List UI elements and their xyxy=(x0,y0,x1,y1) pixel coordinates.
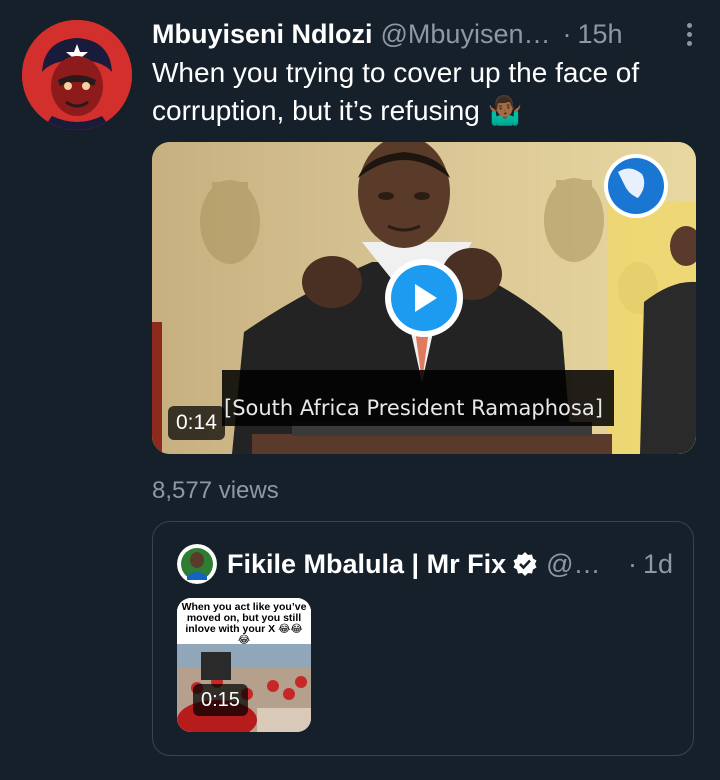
quoted-video-thumbnail[interactable]: When you act like you’ve moved on, but y… xyxy=(177,598,311,732)
quoted-author-handle[interactable]: @… xyxy=(546,549,600,580)
quoted-author-avatar xyxy=(177,544,217,584)
quoted-video-caption: When you act like you’ve moved on, but y… xyxy=(181,601,307,646)
separator-dot: · xyxy=(627,548,637,579)
play-icon xyxy=(391,265,457,331)
video-subtitle: [South Africa President Ramaphosa] xyxy=(224,396,603,420)
quoted-tweet-time[interactable]: 1d xyxy=(643,549,673,580)
tweet-header: Mbuyiseni Ndlozi @Mbuyisen… · 15h xyxy=(152,14,704,54)
quoted-author-name[interactable]: Fikile Mbalula | Mr Fix xyxy=(227,549,506,580)
more-vertical-icon[interactable] xyxy=(674,14,704,54)
verified-badge-icon xyxy=(512,551,538,577)
avatar-portrait xyxy=(22,20,132,130)
author-name[interactable]: Mbuyiseni Ndlozi xyxy=(152,14,373,54)
quoted-video-duration: 0:15 xyxy=(193,684,248,716)
tweet-video[interactable]: [South Africa President Ramaphosa] 0:14 xyxy=(152,142,696,454)
quoted-tweet[interactable]: Fikile Mbalula | Mr Fix @… · 1d When you… xyxy=(152,521,694,756)
video-duration: 0:14 xyxy=(168,406,225,440)
view-count: 8,577 views xyxy=(152,477,279,504)
author-handle[interactable]: @Mbuyisen… xyxy=(381,14,551,54)
play-button[interactable] xyxy=(385,259,463,337)
tweet[interactable]: Mbuyiseni Ndlozi @Mbuyisen… · 15h When y… xyxy=(0,0,720,780)
tweet-time[interactable]: 15h xyxy=(577,14,622,54)
author-avatar[interactable] xyxy=(22,20,132,130)
separator-dot: · xyxy=(562,19,572,49)
quoted-tweet-header: Fikile Mbalula | Mr Fix @… · 1d xyxy=(177,544,673,584)
tweet-text: When you trying to cover up the face of … xyxy=(152,57,640,126)
